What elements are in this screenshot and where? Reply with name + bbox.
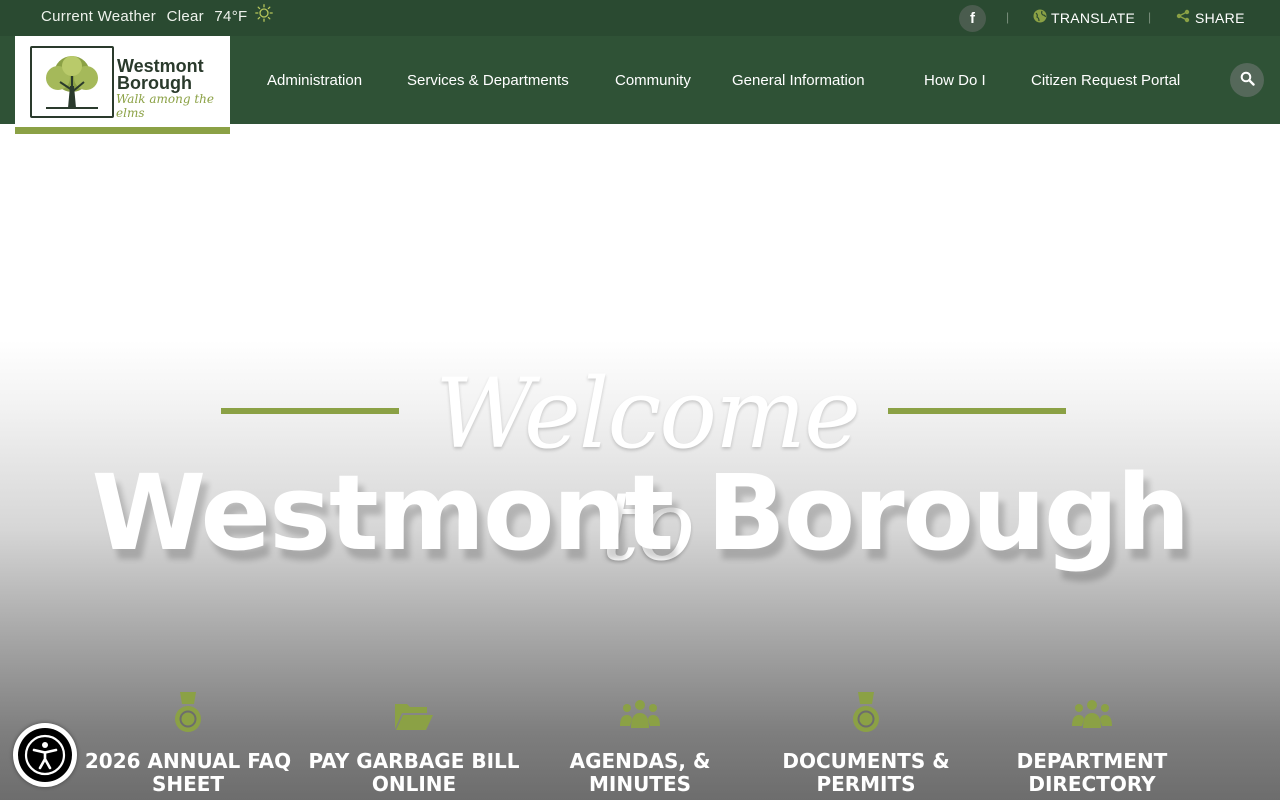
logo-accent-stripe xyxy=(15,127,230,134)
people-group-icon xyxy=(527,692,753,738)
share-button[interactable]: SHARE xyxy=(1176,9,1245,26)
medal-icon xyxy=(75,692,301,738)
accessibility-icon xyxy=(18,728,72,782)
search-button[interactable] xyxy=(1230,63,1264,97)
quick-link-label: DOCUMENTS & PERMITS xyxy=(782,749,950,796)
quick-link-agendas-minutes[interactable]: AGENDAS, & MINUTES xyxy=(527,692,753,796)
folder-open-icon xyxy=(301,692,527,738)
nav-item-how-do-i[interactable]: How Do I xyxy=(924,72,986,89)
weather-condition: Clear xyxy=(166,8,204,25)
quick-link-pay-garbage-bill[interactable]: PAY GARBAGE BILL ONLINE xyxy=(301,692,527,796)
logo-title-line2: Borough xyxy=(117,73,192,93)
nav-item-citizen-request-portal[interactable]: Citizen Request Portal xyxy=(1031,72,1180,89)
logo-tagline: Walk among the elms xyxy=(116,92,215,120)
utility-bar: Current Weather Clear 74°F f | TRANSLATE… xyxy=(0,0,1280,36)
accessibility-button[interactable] xyxy=(13,723,77,787)
facebook-link[interactable]: f xyxy=(959,5,986,32)
nav-item-general-information[interactable]: General Information xyxy=(732,72,865,89)
globe-icon xyxy=(1033,9,1047,26)
tree-logo-icon xyxy=(30,46,114,118)
medal-icon xyxy=(753,692,979,738)
quick-link-department-directory[interactable]: DEPARTMENT DIRECTORY xyxy=(979,692,1205,796)
welcome-divider-right xyxy=(888,408,1066,414)
quick-link-documents-permits[interactable]: DOCUMENTS & PERMITS xyxy=(753,692,979,796)
translate-label: TRANSLATE xyxy=(1051,9,1136,26)
weather-label: Current Weather xyxy=(41,8,157,25)
translate-button[interactable]: TRANSLATE xyxy=(1033,9,1135,26)
weather-widget: Current Weather Clear 74°F xyxy=(41,8,253,25)
sun-icon xyxy=(255,4,273,27)
weather-temp: 74°F xyxy=(214,8,248,25)
hero-title: Westmont Borough xyxy=(91,452,1191,574)
nav-item-services-departments[interactable]: Services & Departments xyxy=(407,72,569,89)
quick-link-label: 2026 ANNUAL FAQ SHEET xyxy=(84,749,292,796)
quick-link-label: PAY GARBAGE BILL ONLINE xyxy=(308,749,520,796)
facebook-icon: f xyxy=(970,10,975,27)
share-icon xyxy=(1176,9,1190,26)
quick-link-label: DEPARTMENT DIRECTORY xyxy=(1016,749,1168,796)
people-group-icon xyxy=(979,692,1205,738)
share-label: SHARE xyxy=(1195,9,1245,26)
quick-link-faq-sheet[interactable]: 2026 ANNUAL FAQ SHEET xyxy=(75,692,301,796)
search-icon xyxy=(1240,71,1255,89)
site-logo[interactable]: Westmont Borough Walk among the elms xyxy=(15,36,230,134)
nav-item-administration[interactable]: Administration xyxy=(267,72,362,89)
separator: | xyxy=(1148,10,1152,24)
separator: | xyxy=(1006,10,1010,24)
nav-item-community[interactable]: Community xyxy=(615,72,691,89)
welcome-divider-left xyxy=(221,408,399,414)
quick-link-label: AGENDAS, & MINUTES xyxy=(569,749,711,796)
